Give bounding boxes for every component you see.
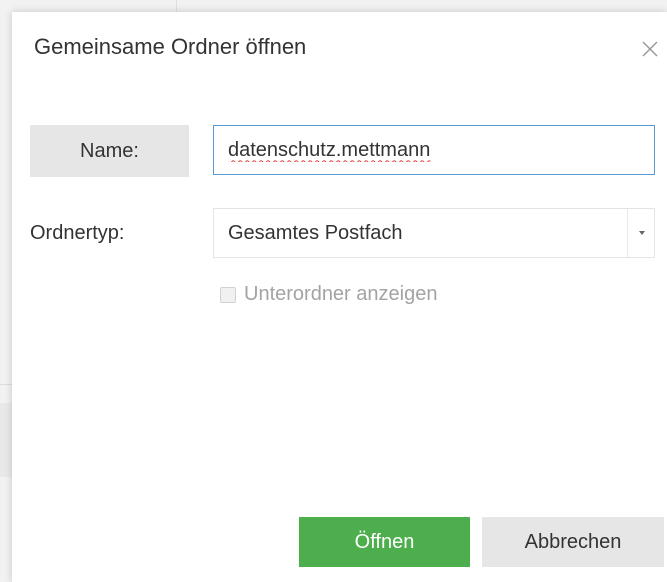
cancel-button[interactable]: Abbrechen	[482, 517, 664, 567]
dialog-title: Gemeinsame Ordner öffnen	[34, 34, 307, 59]
show-subfolders-checkbox[interactable]	[220, 286, 236, 303]
folder-type-label: Ordnertyp:	[30, 222, 125, 244]
chevron-down-icon[interactable]	[639, 231, 645, 235]
show-subfolders-option: Unterordner anzeigen	[220, 283, 437, 306]
folder-type-select[interactable]: Gesamtes Postfach	[213, 208, 655, 258]
background-panel	[0, 403, 12, 477]
name-input[interactable]	[213, 125, 655, 175]
folder-type-value: Gesamtes Postfach	[228, 222, 403, 244]
close-icon[interactable]	[637, 36, 663, 62]
background-divider	[0, 384, 12, 385]
select-divider	[627, 209, 628, 257]
show-subfolders-label: Unterordner anzeigen	[244, 283, 438, 305]
open-shared-folder-dialog: Gemeinsame Ordner öffnen Name: Ordnertyp…	[12, 12, 667, 582]
open-button[interactable]: Öffnen	[299, 517, 470, 567]
name-label: Name:	[30, 125, 189, 177]
